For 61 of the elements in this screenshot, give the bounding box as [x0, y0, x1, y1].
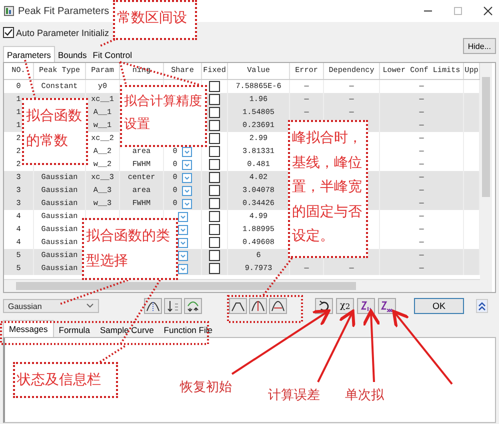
share-dropdown-icon[interactable]	[182, 186, 192, 196]
tab[interactable]: Messages	[3, 320, 54, 337]
fixed-checkbox[interactable]	[209, 172, 220, 183]
collapse-button[interactable]	[476, 299, 488, 313]
one-iteration-button[interactable]	[357, 298, 375, 314]
fixed-checkbox[interactable]	[209, 146, 220, 157]
window-icon	[4, 6, 14, 16]
fixed-checkbox[interactable]	[209, 211, 220, 222]
function-dropdown[interactable]: Gaussian	[3, 299, 99, 313]
fixed-checkbox[interactable]	[209, 159, 220, 170]
vertical-scrollbar[interactable]	[480, 63, 492, 292]
share-dropdown-icon[interactable]	[178, 212, 188, 222]
sort-icon[interactable]	[164, 298, 182, 314]
fixed-checkbox[interactable]	[209, 198, 220, 209]
auto-init-checkbox[interactable]: Auto Parameter Initializ	[3, 27, 110, 38]
fixed-checkbox[interactable]	[209, 224, 220, 235]
fixed-checkbox[interactable]	[209, 263, 220, 274]
fixed-checkbox[interactable]	[209, 133, 220, 144]
annotation-callout: 拟合计算精度设置	[120, 85, 207, 147]
checkbox[interactable]	[3, 27, 14, 38]
share-dropdown-icon[interactable]	[182, 160, 192, 170]
fixed-checkbox[interactable]	[209, 120, 220, 131]
fixed-checkbox[interactable]	[209, 107, 220, 118]
fixed-checkbox[interactable]	[209, 94, 220, 105]
fixed-checkbox[interactable]	[209, 250, 220, 261]
share-dropdown-icon[interactable]	[182, 198, 192, 208]
share-dropdown-icon[interactable]	[178, 238, 188, 248]
peak-shape-icon[interactable]	[229, 298, 247, 314]
share-dropdown-icon[interactable]	[178, 264, 188, 274]
annotation-callout: 常数区间设	[113, 0, 197, 40]
annotation-callout: 峰拟合时，基线，峰位置，半峰宽的固定与否设定。	[288, 120, 368, 258]
recalc-icon[interactable]	[184, 298, 202, 314]
fixed-checkbox[interactable]	[209, 81, 220, 92]
share-dropdown-icon[interactable]	[182, 146, 192, 156]
fixed-checkbox[interactable]	[209, 237, 220, 248]
annotation-callout: 拟合函数的常数	[22, 98, 88, 165]
fit-button[interactable]	[378, 298, 396, 314]
peak-icon[interactable]	[144, 298, 162, 314]
iteration-icon	[380, 300, 394, 312]
window-title: Peak Fit Parameters	[18, 6, 110, 16]
peak-shape-icon[interactable]	[249, 298, 267, 314]
annotation-callout: 状态及信息栏	[13, 362, 118, 398]
double-chevron-icon	[478, 301, 486, 311]
share-dropdown-icon[interactable]	[178, 224, 188, 234]
arrow-label: 恢复初始	[180, 379, 232, 396]
iteration-icon	[360, 300, 372, 312]
fixed-checkbox[interactable]	[209, 185, 220, 196]
share-dropdown-icon[interactable]	[182, 172, 192, 182]
horizontal-scrollbar[interactable]	[4, 279, 480, 292]
close-icon[interactable]	[481, 4, 495, 18]
leader-line	[24, 60, 36, 98]
ok-button[interactable]: OK	[414, 298, 464, 314]
checkbox-label: Auto Parameter Initializ	[16, 28, 110, 38]
hide-button[interactable]: Hide...	[462, 38, 496, 54]
share-dropdown-icon[interactable]	[178, 250, 188, 260]
arrow-label: 单次拟	[345, 387, 384, 404]
annotation-callout: 拟合函数的类型选择	[82, 218, 178, 280]
peak-shape-icon[interactable]	[269, 298, 287, 314]
tab[interactable]: Parameters	[3, 46, 55, 62]
arrow-label: 计算误差	[268, 387, 320, 404]
undo-icon	[318, 300, 330, 312]
